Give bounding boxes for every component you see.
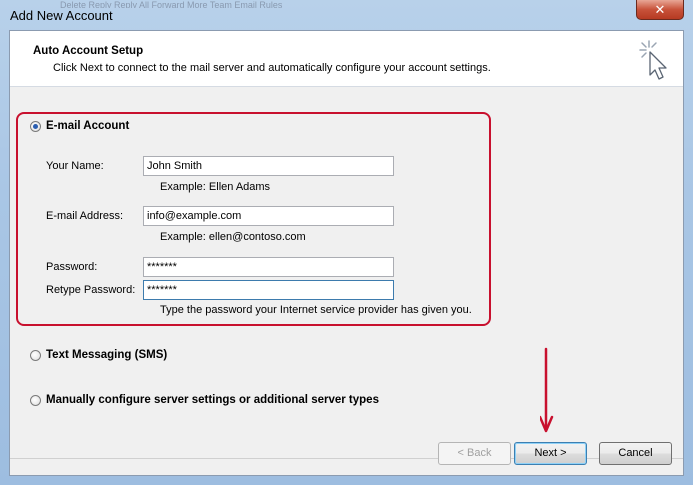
cancel-button[interactable]: Cancel [599, 442, 672, 465]
password-input[interactable] [143, 257, 394, 277]
wizard-header: Auto Account Setup Click Next to connect… [10, 31, 683, 87]
window-title: Add New Account [10, 8, 113, 23]
manual-config-radio[interactable] [30, 394, 41, 406]
email-address-label: E-mail Address: [46, 210, 124, 222]
close-icon[interactable]: ✕ [636, 0, 684, 20]
retype-password-label: Retype Password: [46, 284, 136, 296]
email-account-label: E-mail Account [46, 120, 130, 132]
sms-radio[interactable] [30, 349, 41, 361]
manual-config-label: Manually configure server settings or ad… [46, 394, 379, 406]
password-label: Password: [46, 261, 98, 273]
email-address-example: Example: ellen@contoso.com [160, 231, 306, 243]
arrow-down-icon [540, 347, 554, 433]
dialog-body: Auto Account Setup Click Next to connect… [9, 30, 684, 476]
email-address-input[interactable] [143, 206, 394, 226]
manual-config-option[interactable]: Manually configure server settings or ad… [30, 394, 379, 406]
email-account-option[interactable]: E-mail Account [30, 120, 129, 132]
page-title: Auto Account Setup [33, 45, 144, 57]
sms-label: Text Messaging (SMS) [46, 349, 168, 361]
retype-password-input[interactable] [143, 280, 394, 300]
add-account-window: Delete Reply Reply All Forward More Team… [0, 0, 693, 485]
email-account-radio[interactable] [30, 120, 41, 132]
password-hint: Type the password your Internet service … [160, 304, 472, 316]
next-button[interactable]: Next > [514, 442, 587, 465]
sms-option[interactable]: Text Messaging (SMS) [30, 349, 167, 361]
your-name-example: Example: Ellen Adams [160, 181, 271, 193]
page-subtitle: Click Next to connect to the mail server… [53, 62, 491, 74]
your-name-input[interactable] [143, 156, 394, 176]
background-toolbar: Delete Reply Reply All Forward More Team… [60, 0, 283, 8]
title-bar: Delete Reply Reply All Forward More Team… [0, 0, 693, 30]
cursor-sparkle-icon [639, 40, 667, 80]
your-name-label: Your Name: [46, 160, 104, 172]
back-button[interactable]: < Back [438, 442, 511, 465]
